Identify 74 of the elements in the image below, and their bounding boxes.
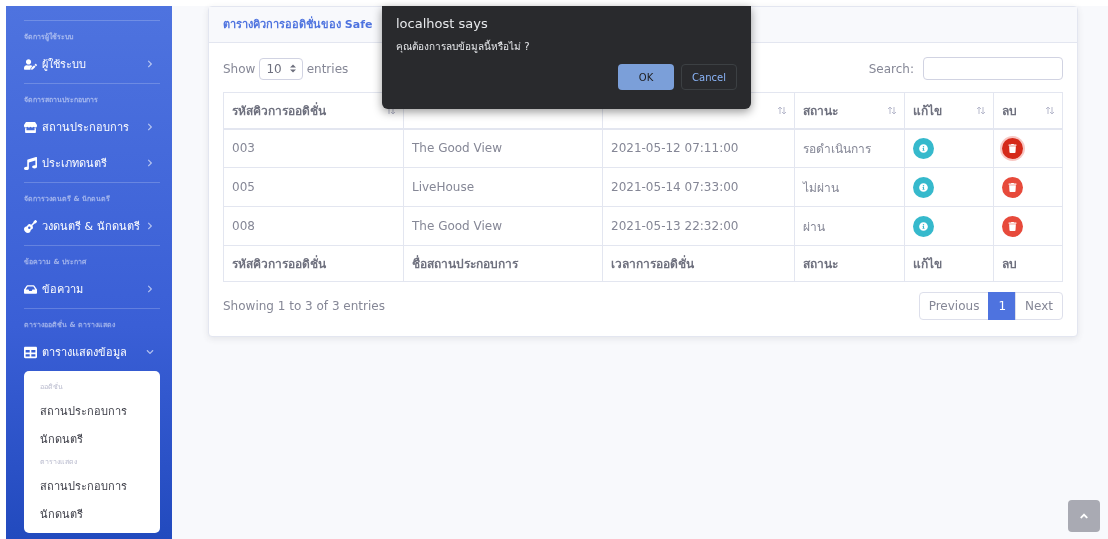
- submenu-link[interactable]: สถานประกอบการ: [24, 473, 160, 501]
- info-button[interactable]: [913, 137, 934, 159]
- scroll-top-button[interactable]: [1068, 500, 1100, 532]
- cancel-button[interactable]: Cancel: [681, 64, 737, 90]
- sort-icon: [386, 106, 396, 115]
- table-cell: รอดำเนินการ: [794, 128, 905, 168]
- store-icon: [24, 120, 37, 134]
- trash-icon: [1008, 143, 1017, 153]
- submenu-link[interactable]: นักดนตรี: [24, 501, 160, 529]
- table-cell: 003: [223, 128, 404, 168]
- table-cell: The Good View: [403, 128, 603, 168]
- submenu-link[interactable]: สถานประกอบการ: [24, 398, 160, 426]
- entries-label: entries: [306, 61, 349, 76]
- info-icon: [919, 182, 928, 192]
- table-cell: 008: [223, 206, 404, 246]
- column-footer: ลบ: [993, 245, 1063, 282]
- table-cell: The Good View: [403, 206, 603, 246]
- user-edit-icon: [24, 57, 37, 71]
- sidebar-item[interactable]: ประเภทดนตรี: [18, 146, 160, 182]
- ok-button[interactable]: OK: [618, 64, 674, 90]
- sidebar-item[interactable]: ตารางแสดงข้อมูล: [18, 335, 160, 371]
- updown-icon: [289, 64, 296, 73]
- delete-button[interactable]: [1002, 215, 1023, 237]
- sidebar-item[interactable]: ผู้ใช้ระบบ: [18, 47, 160, 83]
- table-cell: 005: [223, 167, 404, 207]
- trash-icon: [1008, 182, 1017, 192]
- submenu-link[interactable]: นักดนตรี: [24, 426, 160, 454]
- sort-icon: [887, 106, 897, 115]
- table-cell: 2021-05-12 07:11:00: [602, 128, 795, 168]
- info-button[interactable]: [913, 176, 934, 198]
- page-button[interactable]: Previous: [918, 292, 990, 320]
- page-button[interactable]: Next: [1015, 292, 1063, 320]
- table-cell: 2021-05-14 07:33:00: [602, 167, 795, 207]
- column-footer: ชื่อสถานประกอบการ: [403, 245, 603, 282]
- trash-icon: [1008, 221, 1017, 231]
- delete-button[interactable]: [1002, 176, 1023, 198]
- sidebar-item[interactable]: ข้อความ: [18, 272, 160, 308]
- guitar-icon: [24, 219, 37, 233]
- table-cell: LiveHouse: [403, 167, 603, 207]
- info-button[interactable]: [913, 215, 934, 237]
- sort-icon: [976, 106, 986, 115]
- table-info: Showing 1 to 3 of 3 entries: [223, 299, 385, 313]
- table-cell: 2021-05-13 22:32:00: [602, 206, 795, 246]
- music-note-icon: [24, 156, 37, 170]
- sort-icon: [777, 106, 787, 115]
- delete-button[interactable]: [1002, 137, 1023, 159]
- column-header[interactable]: ลบ: [993, 92, 1063, 129]
- info-icon: [919, 221, 928, 231]
- sidebar-item[interactable]: วงดนตรี & นักดนตรี: [18, 209, 160, 245]
- chevron-icon: [146, 348, 154, 356]
- column-footer: สถานะ: [794, 245, 905, 282]
- show-label: Show: [223, 61, 256, 76]
- inbox-icon: [24, 282, 37, 296]
- dialog-title: localhost says: [396, 16, 489, 31]
- chevron-icon: [146, 60, 154, 68]
- sort-icon: [1045, 106, 1055, 115]
- entries-select[interactable]: 10: [259, 57, 303, 80]
- column-footer: แก้ไข: [904, 245, 994, 282]
- search-label: Search:: [868, 61, 914, 76]
- table-cell: ไม่ผ่าน: [794, 167, 905, 207]
- column-footer: รหัสคิวการออดิชั่น: [223, 245, 404, 282]
- column-header[interactable]: สถานะ: [794, 92, 905, 129]
- chevron-icon: [146, 123, 154, 131]
- info-icon: [919, 143, 928, 153]
- table-icon: [24, 345, 37, 359]
- sidebar-item[interactable]: สถานประกอบการ: [18, 110, 160, 146]
- page-button[interactable]: 1: [988, 292, 1017, 320]
- chevron-icon: [146, 222, 154, 230]
- search-field[interactable]: [923, 57, 1063, 80]
- column-header[interactable]: แก้ไข: [904, 92, 994, 129]
- chevron-icon: [146, 285, 154, 293]
- table-cell: ผ่าน: [794, 206, 905, 246]
- chevron-icon: [146, 159, 154, 167]
- column-footer: เวลาการออดิชั่น: [602, 245, 795, 282]
